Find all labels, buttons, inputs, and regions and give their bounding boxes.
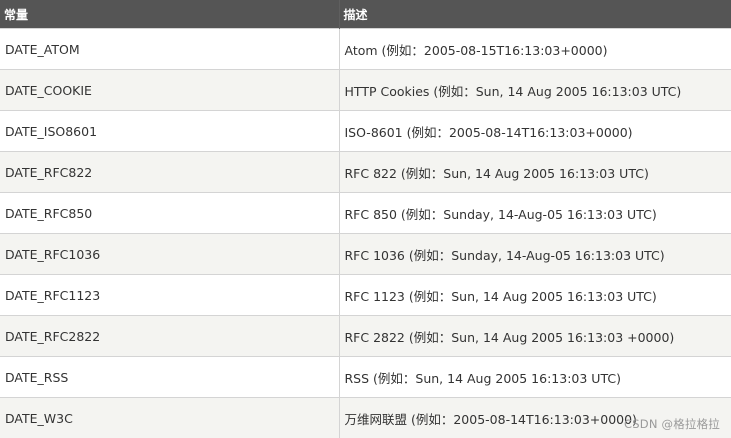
constant-cell: DATE_W3C — [0, 397, 340, 438]
constant-cell: DATE_RFC822 — [0, 151, 340, 193]
description-cell: Atom (例如：2005-08-15T16:13:03+0000) — [339, 28, 731, 70]
constant-cell: DATE_RFC1036 — [0, 233, 340, 275]
description-cell: RFC 850 (例如：Sunday, 14-Aug-05 16:13:03 U… — [339, 192, 731, 234]
table-row: DATE_ATOM Atom (例如：2005-08-15T16:13:03+0… — [0, 28, 731, 70]
table-row: DATE_RSS RSS (例如：Sun, 14 Aug 2005 16:13:… — [0, 356, 731, 398]
constant-cell: DATE_RFC2822 — [0, 315, 340, 357]
table-row: DATE_W3C 万维网联盟 (例如：2005-08-14T16:13:03+0… — [0, 397, 731, 438]
table-header: 常量 描述 — [0, 0, 731, 29]
description-cell: ISO-8601 (例如：2005-08-14T16:13:03+0000) — [339, 110, 731, 152]
table-row: DATE_RFC2822 RFC 2822 (例如：Sun, 14 Aug 20… — [0, 315, 731, 357]
table-row: DATE_RFC1036 RFC 1036 (例如：Sunday, 14-Aug… — [0, 233, 731, 275]
constant-cell: DATE_ATOM — [0, 28, 340, 70]
description-cell: RSS (例如：Sun, 14 Aug 2005 16:13:03 UTC) — [339, 356, 731, 398]
table-row: DATE_RFC822 RFC 822 (例如：Sun, 14 Aug 2005… — [0, 151, 731, 193]
constant-cell: DATE_ISO8601 — [0, 110, 340, 152]
description-cell: 万维网联盟 (例如：2005-08-14T16:13:03+0000) — [339, 397, 731, 438]
constant-cell: DATE_RSS — [0, 356, 340, 398]
table-body: DATE_ATOM Atom (例如：2005-08-15T16:13:03+0… — [0, 28, 731, 438]
description-cell: RFC 822 (例如：Sun, 14 Aug 2005 16:13:03 UT… — [339, 151, 731, 193]
header-constant: 常量 — [0, 0, 340, 29]
header-row: 常量 描述 — [0, 0, 731, 29]
table-row: DATE_RFC850 RFC 850 (例如：Sunday, 14-Aug-0… — [0, 192, 731, 234]
description-cell: RFC 1123 (例如：Sun, 14 Aug 2005 16:13:03 U… — [339, 274, 731, 316]
description-cell: HTTP Cookies (例如：Sun, 14 Aug 2005 16:13:… — [339, 69, 731, 111]
header-description: 描述 — [339, 0, 731, 29]
date-constants-table: 常量 描述 DATE_ATOM Atom (例如：2005-08-15T16:1… — [0, 0, 731, 438]
constant-cell: DATE_RFC1123 — [0, 274, 340, 316]
table-row: DATE_COOKIE HTTP Cookies (例如：Sun, 14 Aug… — [0, 69, 731, 111]
description-cell: RFC 1036 (例如：Sunday, 14-Aug-05 16:13:03 … — [339, 233, 731, 275]
constants-page: 常量 描述 DATE_ATOM Atom (例如：2005-08-15T16:1… — [0, 0, 731, 438]
table-row: DATE_ISO8601 ISO-8601 (例如：2005-08-14T16:… — [0, 110, 731, 152]
constant-cell: DATE_COOKIE — [0, 69, 340, 111]
table-row: DATE_RFC1123 RFC 1123 (例如：Sun, 14 Aug 20… — [0, 274, 731, 316]
constant-cell: DATE_RFC850 — [0, 192, 340, 234]
description-cell: RFC 2822 (例如：Sun, 14 Aug 2005 16:13:03 +… — [339, 315, 731, 357]
